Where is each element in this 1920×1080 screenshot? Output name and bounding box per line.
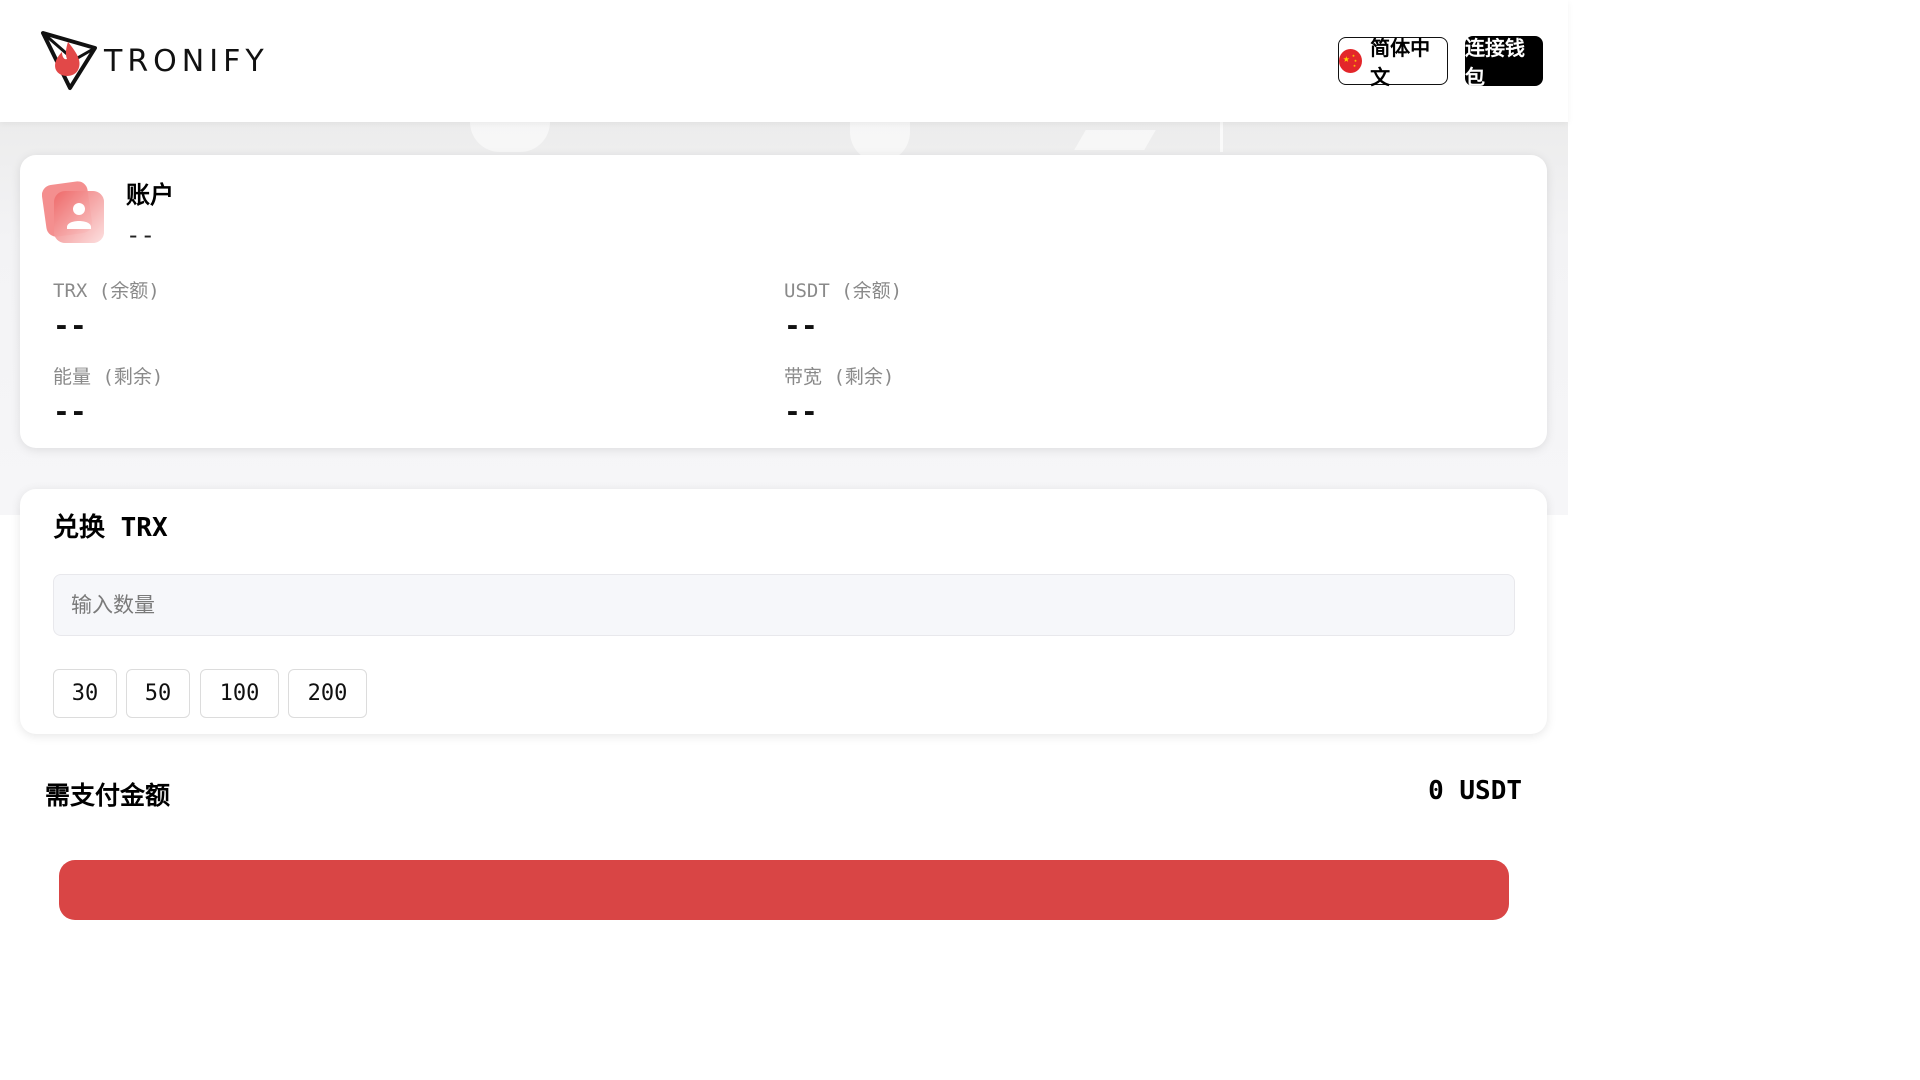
- tronify-logo[interactable]: TRONIFY: [40, 30, 269, 92]
- tronify-logo-icon: [41, 31, 97, 90]
- language-label: 简体中文: [1370, 36, 1431, 89]
- bandwidth-remaining-value: --: [784, 395, 818, 428]
- account-address: --: [126, 221, 155, 249]
- energy-remaining-value: --: [53, 395, 87, 428]
- logo-text: TRONIFY: [104, 43, 269, 79]
- account-title: 账户: [126, 181, 174, 209]
- submit-button[interactable]: [59, 860, 1509, 920]
- connect-wallet-button[interactable]: 连接钱包: [1465, 36, 1543, 89]
- amount-input[interactable]: [53, 574, 1515, 636]
- preset-amount-200[interactable]: 200: [288, 669, 367, 718]
- energy-remaining-label: 能量 (剩余): [53, 366, 164, 388]
- usdt-balance-value: --: [784, 309, 818, 342]
- bandwidth-remaining-label: 带宽 (剩余): [784, 366, 895, 388]
- usdt-balance-label: USDT (余额): [784, 280, 903, 302]
- account-card: 账户 -- TRX (余额) -- USDT (余额) -- 能量 (剩余) -…: [20, 155, 1547, 448]
- payment-amount-label: 需支付金额: [45, 781, 171, 810]
- top-navbar: TRONIFY ★ ★ ★ ★ 简体中文 连接钱包: [0, 0, 1568, 122]
- trx-balance-value: --: [53, 309, 87, 342]
- trx-balance-label: TRX (余额): [53, 280, 160, 302]
- china-flag-icon: ★ ★ ★ ★: [1339, 49, 1363, 73]
- preset-amount-100[interactable]: 100: [200, 669, 279, 718]
- preset-amount-30[interactable]: 30: [53, 669, 117, 718]
- exchange-card: 兑换 TRX 30 50 100 200: [20, 489, 1547, 734]
- exchange-title: 兑换 TRX: [53, 513, 168, 543]
- language-selector-button[interactable]: ★ ★ ★ ★ 简体中文: [1338, 36, 1448, 89]
- payment-amount-value: 0 USDT: [1428, 776, 1522, 806]
- preset-amount-50[interactable]: 50: [126, 669, 190, 718]
- account-avatar-icon: [42, 181, 104, 243]
